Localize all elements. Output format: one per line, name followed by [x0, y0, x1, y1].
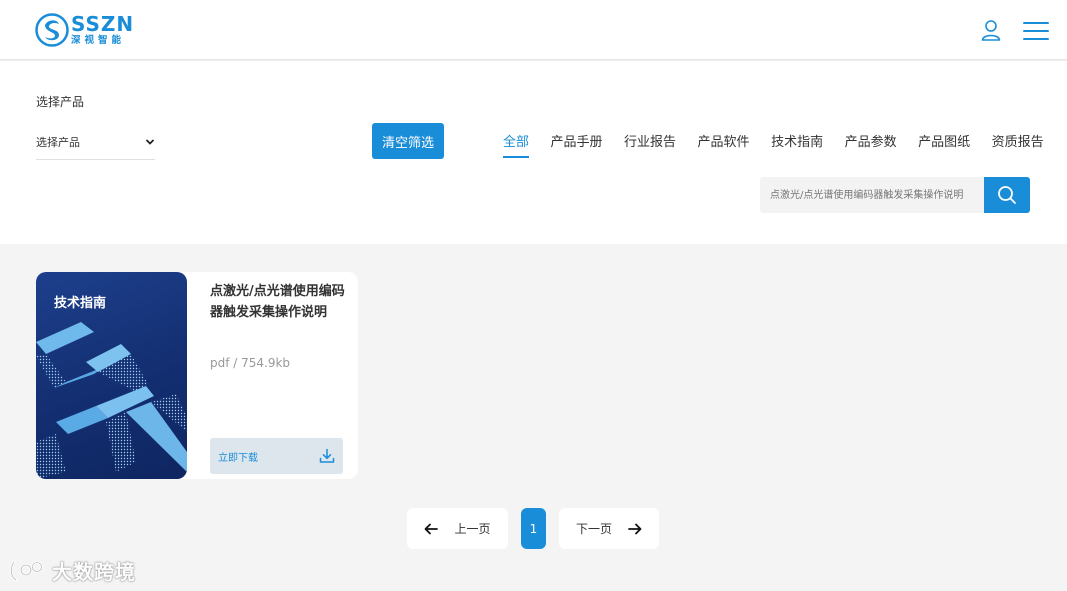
document-meta: pdf / 754.9kb: [210, 356, 291, 370]
clear-filter-button[interactable]: 清空筛选: [372, 123, 444, 159]
tab-product-drawings[interactable]: 产品图纸: [918, 131, 970, 158]
download-button[interactable]: 立即下载: [210, 438, 343, 474]
search-input[interactable]: [760, 177, 984, 213]
tab-industry-report[interactable]: 行业报告: [624, 131, 676, 158]
search-button[interactable]: [984, 177, 1030, 213]
document-title[interactable]: 点激光/点光谱使用编码器触发采集操作说明: [210, 281, 345, 323]
next-page-label: 下一页: [575, 522, 612, 536]
tab-product-params[interactable]: 产品参数: [845, 131, 897, 158]
logo[interactable]: SSZN 深视智能: [35, 12, 134, 48]
logo-mark-icon: [35, 13, 69, 47]
category-tabs: 全部 产品手册 行业报告 产品软件 技术指南 产品参数 产品图纸 资质报告: [503, 131, 1044, 158]
chevron-down-icon: [145, 139, 155, 145]
product-select-value: 选择产品: [36, 136, 80, 149]
prev-page-label: 上一页: [454, 522, 491, 536]
search-icon: [998, 186, 1016, 204]
tab-product-software[interactable]: 产品软件: [698, 131, 750, 158]
user-icon[interactable]: [980, 19, 1002, 41]
logo-cn: 深视智能: [71, 35, 126, 47]
document-card[interactable]: 技术指南 点激光/点光谱使用编码器触发采集操作说明 pdf / 754.9kb …: [36, 272, 358, 479]
product-select[interactable]: 选择产品: [36, 125, 155, 160]
document-cover[interactable]: 技术指南: [36, 272, 187, 479]
prev-page-button[interactable]: 上一页: [407, 508, 508, 549]
site-header: SSZN 深视智能: [0, 0, 1067, 60]
filter-panel: 选择产品 选择产品 清空筛选 全部 产品手册 行业报告 产品软件 技术指南 产品…: [0, 61, 1067, 244]
watermark-logo-icon: [10, 560, 43, 581]
watermark-text: 大数跨境: [52, 560, 136, 584]
tab-all[interactable]: 全部: [503, 131, 530, 158]
arrow-left-icon: [425, 523, 439, 534]
download-icon: [319, 448, 335, 463]
tab-qualification-report[interactable]: 资质报告: [992, 131, 1044, 158]
next-page-button[interactable]: 下一页: [559, 508, 659, 549]
watermark: 大数跨境: [8, 556, 136, 585]
tab-product-manual[interactable]: 产品手册: [551, 131, 603, 158]
tab-tech-guide[interactable]: 技术指南: [771, 131, 823, 158]
cover-letters-art: [36, 322, 187, 479]
page-number-current[interactable]: 1: [521, 508, 546, 549]
cover-title: 技术指南: [54, 296, 107, 311]
menu-icon[interactable]: [1023, 22, 1049, 40]
filter-label: 选择产品: [36, 95, 85, 109]
arrow-right-icon: [628, 523, 642, 534]
download-label: 立即下载: [218, 452, 258, 464]
logo-en: SSZN: [71, 12, 135, 37]
